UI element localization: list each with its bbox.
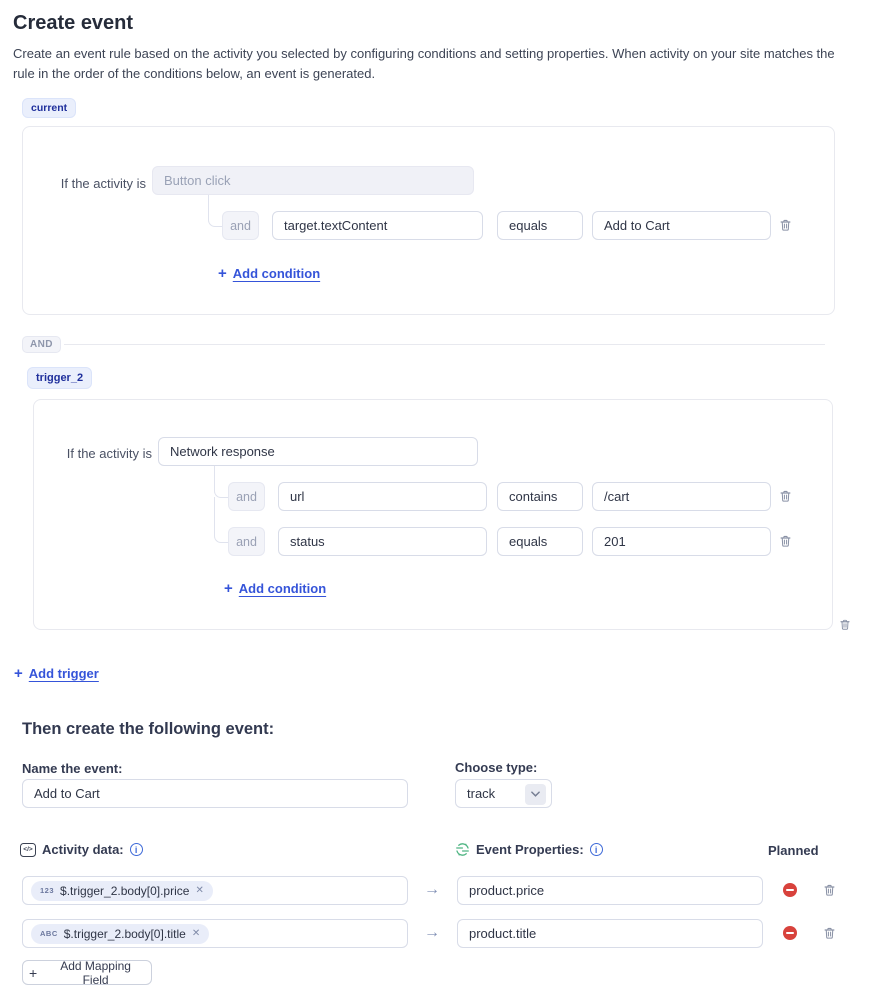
- and-connector-chip: and: [222, 211, 259, 240]
- event-type-label: Choose type:: [455, 760, 537, 775]
- condition-field-input[interactable]: [278, 482, 487, 511]
- activity-type-input[interactable]: [158, 437, 478, 466]
- code-icon: </>: [20, 843, 36, 857]
- condition-value-input[interactable]: [592, 211, 771, 240]
- delete-mapping-button[interactable]: [823, 883, 836, 897]
- minus-circle-icon[interactable]: [783, 926, 797, 940]
- delete-condition-button[interactable]: [779, 489, 792, 503]
- number-type-tag: 123: [40, 886, 54, 895]
- event-type-select[interactable]: track: [455, 779, 552, 808]
- event-name-label: Name the event:: [22, 761, 122, 776]
- arrow-right-icon: →: [424, 881, 440, 899]
- planned-header: Planned: [768, 843, 819, 858]
- condition-operator-input[interactable]: [497, 482, 583, 511]
- mapping-source-field[interactable]: ABC $.trigger_2.body[0].title ✕: [22, 919, 408, 948]
- string-type-tag: ABC: [40, 929, 58, 938]
- condition-connector-line: [208, 195, 223, 227]
- and-divider-chip: AND: [22, 336, 61, 353]
- current-trigger-badge: current: [22, 98, 76, 118]
- trash-icon: [823, 883, 836, 897]
- condition-connector-line: [214, 497, 229, 543]
- and-connector-chip: and: [228, 527, 265, 556]
- source-path-pill: 123 $.trigger_2.body[0].price ✕: [31, 881, 213, 901]
- condition-connector-line: [214, 466, 229, 498]
- condition-operator-input[interactable]: [497, 527, 583, 556]
- event-name-input[interactable]: [22, 779, 408, 808]
- mapping-target-input[interactable]: [457, 876, 763, 905]
- trash-icon: [823, 926, 836, 940]
- page-title: Create event: [13, 12, 133, 35]
- if-activity-label: If the activity is: [22, 176, 146, 191]
- add-trigger-button[interactable]: + Add trigger: [14, 666, 99, 681]
- plus-icon: +: [29, 966, 37, 980]
- activity-type-input[interactable]: [152, 166, 474, 195]
- mapping-source-field[interactable]: 123 $.trigger_2.body[0].price ✕: [22, 876, 408, 905]
- trigger2-badge: trigger_2: [27, 367, 92, 389]
- activity-data-header: </> Activity data: i: [20, 842, 143, 857]
- segment-logo-icon: [455, 842, 470, 857]
- if-activity-label: If the activity is: [33, 446, 152, 461]
- info-icon[interactable]: i: [590, 843, 603, 856]
- condition-value-input[interactable]: [592, 527, 771, 556]
- event-type-value: track: [467, 786, 495, 801]
- event-properties-header: Event Properties: i: [455, 842, 603, 857]
- add-condition-button[interactable]: + Add condition: [224, 581, 326, 596]
- delete-condition-button[interactable]: [779, 534, 792, 548]
- condition-value-input[interactable]: [592, 482, 771, 511]
- condition-field-input[interactable]: [278, 527, 487, 556]
- trash-icon: [779, 534, 792, 548]
- page-description: Create an event rule based on the activi…: [13, 44, 859, 84]
- condition-field-input[interactable]: [272, 211, 483, 240]
- info-icon[interactable]: i: [130, 843, 143, 856]
- plus-icon: +: [218, 266, 227, 281]
- add-condition-button[interactable]: + Add condition: [218, 266, 320, 281]
- delete-trigger-button[interactable]: [839, 618, 851, 631]
- trigger-card-2: [33, 399, 833, 630]
- trash-icon: [839, 618, 851, 631]
- delete-mapping-button[interactable]: [823, 926, 836, 940]
- plus-icon: +: [224, 581, 233, 596]
- minus-circle-icon[interactable]: [783, 883, 797, 897]
- plus-icon: +: [14, 666, 23, 681]
- and-connector-chip: and: [228, 482, 265, 511]
- trash-icon: [779, 489, 792, 503]
- source-path-pill: ABC $.trigger_2.body[0].title ✕: [31, 924, 209, 944]
- and-divider-line: [64, 344, 825, 345]
- event-section-heading: Then create the following event:: [22, 720, 274, 739]
- arrow-right-icon: →: [424, 924, 440, 942]
- close-icon[interactable]: ✕: [195, 886, 203, 896]
- add-mapping-field-button[interactable]: + Add Mapping Field: [22, 960, 152, 985]
- delete-condition-button[interactable]: [779, 218, 792, 232]
- close-icon[interactable]: ✕: [192, 929, 200, 939]
- create-event-page: Create event Create an event rule based …: [0, 0, 874, 993]
- condition-operator-input[interactable]: [497, 211, 583, 240]
- chevron-down-icon: [525, 784, 546, 805]
- trash-icon: [779, 218, 792, 232]
- mapping-target-input[interactable]: [457, 919, 763, 948]
